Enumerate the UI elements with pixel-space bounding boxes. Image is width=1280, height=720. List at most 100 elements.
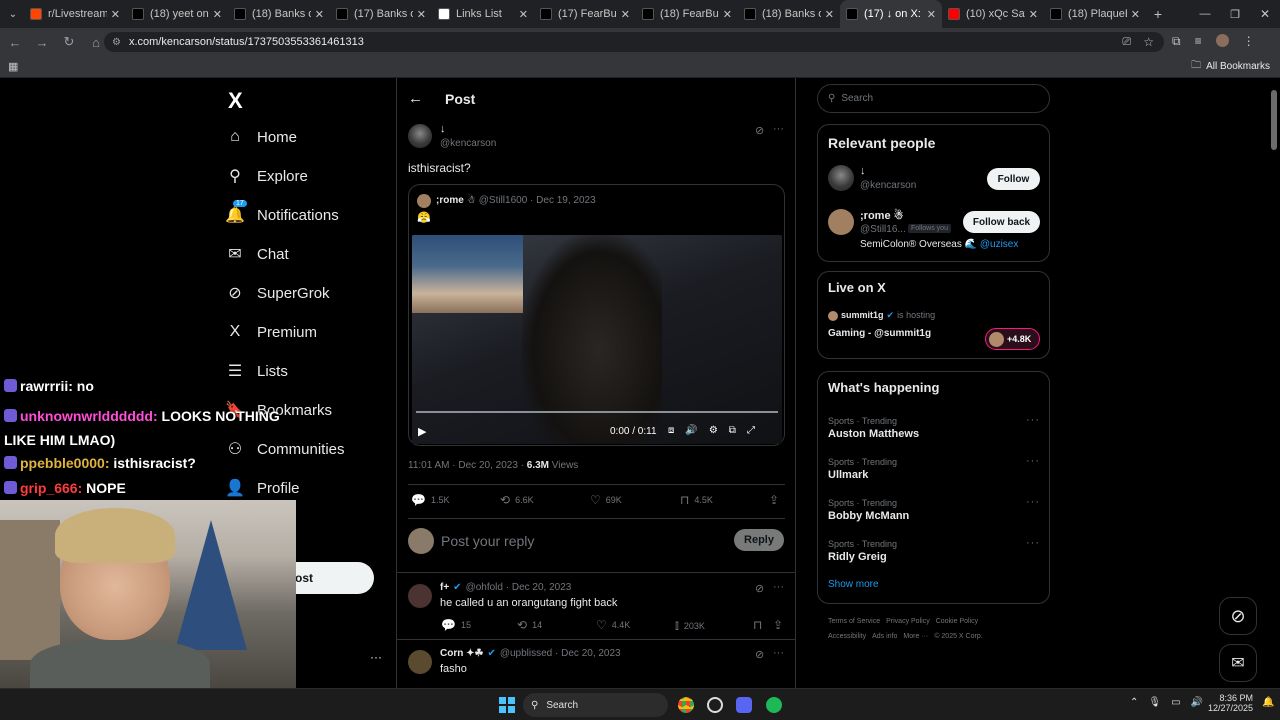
tab-close-icon[interactable]: ✕ (1131, 8, 1140, 21)
minimize-button[interactable]: — (1190, 8, 1220, 20)
like-stat[interactable]: ♡ 69K (590, 493, 622, 507)
footer-link[interactable]: More ··· (903, 633, 928, 640)
obs-icon[interactable] (707, 697, 723, 713)
footer-link[interactable]: Cookie Policy (936, 618, 978, 625)
tab-close-icon[interactable]: ✕ (213, 8, 222, 21)
more-options-icon[interactable]: ··· (773, 581, 784, 593)
tab-close-icon[interactable]: ✕ (111, 8, 120, 21)
sidebar-item-premium[interactable]: X Premium (226, 323, 317, 341)
browser-tab[interactable]: (17) Banks on X ✕ (330, 0, 432, 28)
sidebar-item-explore[interactable]: ⚲ Explore (226, 167, 308, 186)
browser-tab[interactable]: (18) yeet on X ✕ (126, 0, 228, 28)
reply-author-name[interactable]: f+ (440, 582, 449, 593)
trend-more-icon[interactable]: ··· (1026, 537, 1040, 549)
tab-close-icon[interactable]: ✕ (825, 8, 834, 21)
windows-start-icon[interactable] (499, 697, 515, 713)
trend-name[interactable]: Auston Matthews (828, 428, 919, 440)
sidebar-item-supergrok[interactable]: ⊘ SuperGrok (226, 284, 329, 303)
notification-bell-icon[interactable]: 🔔 (1262, 697, 1274, 708)
reply-button[interactable]: Reply (734, 529, 784, 551)
trend-more-icon[interactable]: ··· (1026, 455, 1040, 467)
grok-icon[interactable]: ⊘ (755, 124, 764, 137)
trend-name[interactable]: Ullmark (828, 469, 868, 481)
reply-stat[interactable]: 💬 15 (441, 618, 471, 632)
follow-back-button[interactable]: Follow back (963, 211, 1040, 233)
chrome-icon[interactable] (678, 697, 694, 713)
person-name[interactable]: ;rome ☃ (860, 209, 903, 222)
speaker-icon[interactable]: 🔊 (1191, 697, 1203, 708)
x-logo-icon[interactable]: X (228, 88, 243, 114)
browser-tab[interactable]: (17) FearBuck ✕ (534, 0, 636, 28)
tray-chevron-icon[interactable]: ⌃ (1130, 697, 1138, 708)
search-bar[interactable]: ⚲ Search (817, 84, 1050, 113)
install-app-icon[interactable]: ⎚ (1122, 36, 1131, 49)
more-options-icon[interactable]: ··· (773, 647, 784, 659)
person-avatar[interactable] (828, 209, 854, 235)
account-more-icon[interactable]: ··· (370, 650, 382, 664)
views-stat[interactable]: ⫾ 203K (675, 618, 705, 633)
browser-tab[interactable]: Links List ✕ (432, 0, 534, 28)
reply-input[interactable]: Post your reply (441, 533, 534, 549)
footer-link[interactable]: Privacy Policy (886, 618, 930, 625)
play-icon[interactable]: ▶ (418, 425, 426, 438)
video-progress-track[interactable] (416, 411, 778, 413)
reading-list-icon[interactable]: ≡ (1195, 34, 1202, 49)
more-options-icon[interactable]: ··· (773, 123, 784, 135)
reply-avatar[interactable] (408, 650, 432, 674)
grok-icon[interactable]: ⊘ (755, 582, 764, 595)
tab-close-icon[interactable]: ✕ (417, 8, 426, 21)
browser-tab[interactable]: (18) Banks on X ✕ (738, 0, 840, 28)
browser-tab[interactable]: (18) PlaqueBoy ✕ (1044, 0, 1146, 28)
person-name[interactable]: ↓ (860, 165, 866, 177)
browser-tab[interactable]: r/Livestream ✕ (24, 0, 126, 28)
captions-icon[interactable]: ⧈ (668, 425, 674, 436)
address-bar[interactable]: ⚙ x.com/kencarson/status/173750355336146… (104, 32, 1164, 52)
sidebar-item-chat[interactable]: ✉ Chat (226, 245, 288, 264)
footer-link[interactable]: Accessibility (828, 633, 866, 640)
reply-avatar[interactable] (408, 584, 432, 608)
profile-avatar-icon[interactable] (1215, 34, 1229, 47)
repost-stat[interactable]: ⟲ 6.6K (500, 493, 534, 507)
tab-close-icon[interactable]: ✕ (519, 8, 528, 21)
fullscreen-icon[interactable]: ⤢ (747, 425, 755, 436)
follow-button[interactable]: Follow (987, 168, 1040, 190)
tab-close-icon[interactable]: ✕ (315, 8, 324, 21)
author-handle[interactable]: @kencarson (440, 138, 496, 149)
page-scrollbar[interactable] (1271, 90, 1277, 150)
display-icon[interactable]: ▭ (1171, 697, 1180, 708)
search-input[interactable]: Search (841, 93, 873, 104)
bookmark-icon[interactable]: ⊓ (753, 618, 767, 632)
sidebar-item-lists[interactable]: ☰ Lists (226, 362, 288, 381)
sidebar-item-home[interactable]: ⌂ Home (226, 128, 297, 146)
apps-grid-icon[interactable]: ▦ (8, 60, 18, 73)
discord-icon[interactable] (736, 697, 752, 713)
bio-link[interactable]: @uzisex (980, 239, 1019, 250)
video-player[interactable]: ▶ 0:00 / 0:11 ⧈ 🔊 ⚙ ⧉ ⤢ (412, 235, 782, 444)
reply-stat[interactable]: 💬 1.5K (411, 493, 449, 507)
browser-tab[interactable]: (18) Banks on X ✕ (228, 0, 330, 28)
footer-link[interactable]: © 2025 X Corp. (934, 633, 982, 640)
share-icon[interactable]: ⇪ (773, 618, 788, 632)
microphone-icon[interactable]: 🎙 (1148, 697, 1161, 708)
sidebar-item-notifications[interactable]: 🔔 17 Notifications (225, 200, 339, 224)
volume-icon[interactable]: 🔊 (685, 425, 697, 436)
taskbar-clock[interactable]: 8:36 PM 12/27/2025 (1207, 693, 1253, 713)
browser-menu-icon[interactable]: ⋮ (1243, 34, 1255, 49)
my-avatar[interactable] (408, 528, 434, 554)
person-avatar[interactable] (828, 165, 854, 191)
grok-float-button[interactable]: ⊘ (1219, 597, 1257, 635)
browser-tab[interactable]: (17) ↓ on X: "is ✕ (840, 0, 942, 28)
trend-more-icon[interactable]: ··· (1026, 414, 1040, 426)
bookmark-star-icon[interactable]: ☆ (1143, 35, 1154, 49)
quoted-post[interactable]: ;rome ☃ @Still1600 · Dec 19, 2023 😤 ▶ 0:… (408, 184, 785, 446)
live-listener-pill[interactable]: +4.8K (985, 328, 1040, 350)
extensions-icon[interactable]: ⧉ (1172, 34, 1181, 49)
repost-stat[interactable]: ⟲ 14 (517, 618, 542, 632)
settings-icon[interactable]: ⚙ (709, 425, 718, 436)
site-info-icon[interactable]: ⚙ (112, 37, 121, 48)
trend-name[interactable]: Ridly Greig (828, 551, 887, 563)
back-arrow-icon[interactable]: ← (408, 90, 423, 107)
author-name[interactable]: ↓ (440, 123, 446, 135)
browser-tab[interactable]: (18) FearBuck ✕ (636, 0, 738, 28)
pip-icon[interactable]: ⧉ (729, 425, 736, 436)
